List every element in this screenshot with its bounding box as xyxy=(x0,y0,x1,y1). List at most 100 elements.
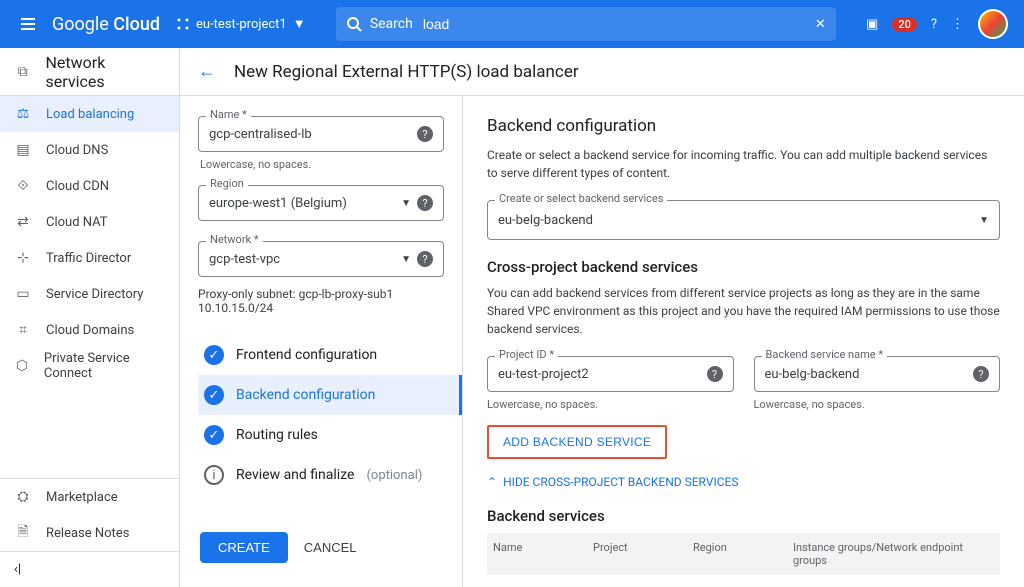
search-box[interactable]: Search ✕ xyxy=(336,7,836,41)
step-label: Routing rules xyxy=(236,427,318,443)
sidebar-item-label: Load balancing xyxy=(46,107,134,122)
cross-project-title: Cross-project backend services xyxy=(487,258,1000,276)
search-input[interactable] xyxy=(423,16,815,32)
collapse-icon: ‹| xyxy=(14,562,21,577)
chevron-down-icon: ▼ xyxy=(979,215,989,226)
cross-project-desc: You can add backend services from differ… xyxy=(487,284,1000,338)
step-label: Backend configuration xyxy=(236,387,375,403)
service-name-input[interactable]: eu-belg-backend ? xyxy=(754,356,1001,392)
network-value: gcp-test-vpc xyxy=(209,252,280,267)
sidebar-item-label: Cloud NAT xyxy=(46,215,108,230)
help-icon[interactable]: ? xyxy=(931,17,937,32)
marketplace-icon: ⛭ xyxy=(14,488,32,506)
chevron-down-icon: ▼ xyxy=(401,198,411,209)
backend-services-table-title: Backend services xyxy=(487,507,1000,525)
hide-cross-project-link[interactable]: ⌃ HIDE CROSS-PROJECT BACKEND SERVICES xyxy=(487,475,1000,489)
check-icon: ✓ xyxy=(204,345,224,365)
project-picker[interactable]: eu-test-project1 ▼ xyxy=(176,16,306,32)
sidebar: ⧉ Network services ⚖Load balancing ▤ Clou… xyxy=(0,48,180,587)
step-review[interactable]: iReview and finalize (optional) xyxy=(198,455,444,495)
menu-icon[interactable] xyxy=(8,4,48,44)
sidebar-item-cloud-domains[interactable]: ⌗ Cloud Domains xyxy=(0,312,179,348)
cdn-icon: ⟐ xyxy=(14,177,32,195)
sidebar-item-private-service-connect[interactable]: ⬡Private Service Connect xyxy=(0,348,179,384)
service-name-helper: Lowercase, no spaces. xyxy=(754,398,1001,411)
chevron-up-icon: ⌃ xyxy=(487,475,497,489)
sidebar-item-label: Release Notes xyxy=(46,526,129,541)
traffic-icon: ⊹ xyxy=(14,249,32,267)
help-icon[interactable]: ? xyxy=(707,366,723,382)
step-label: Frontend configuration xyxy=(236,347,377,363)
sidebar-item-traffic-director[interactable]: ⊹ Traffic Director xyxy=(0,240,179,276)
name-helper: Lowercase, no spaces. xyxy=(200,158,444,171)
backend-service-select[interactable]: eu-belg-backend ▼ xyxy=(487,200,1000,240)
avatar[interactable] xyxy=(978,9,1008,39)
step-label: Review and finalize xyxy=(236,467,354,483)
step-routing[interactable]: ✓ Routing rules xyxy=(198,415,444,455)
project-id-input[interactable]: eu-test-project2 ? xyxy=(487,356,734,392)
network-icon: ⧉ xyxy=(14,63,32,81)
region-value: europe-west1 (Belgium) xyxy=(209,196,347,211)
sidebar-item-service-directory[interactable]: ▭ Service Directory xyxy=(0,276,179,312)
name-value: gcp-centralised-lb xyxy=(209,127,312,142)
psc-icon: ⬡ xyxy=(14,357,30,375)
back-arrow-icon[interactable]: ← xyxy=(198,61,216,82)
backend-config-title: Backend configuration xyxy=(487,116,1000,136)
name-input[interactable]: gcp-centralised-lb ? xyxy=(198,116,444,152)
check-icon: ✓ xyxy=(204,385,224,405)
sidebar-item-cloud-dns[interactable]: ▤ Cloud DNS xyxy=(0,132,179,168)
dns-icon: ▤ xyxy=(14,141,32,159)
domains-icon: ⌗ xyxy=(14,321,32,339)
add-backend-service-button[interactable]: ADD BACKEND SERVICE xyxy=(487,425,667,459)
search-icon xyxy=(346,16,362,32)
sidebar-item-load-balancing[interactable]: ⚖Load balancing xyxy=(0,96,179,132)
help-icon[interactable]: ? xyxy=(417,251,433,267)
backend-config-desc: Create or select a backend service for i… xyxy=(487,146,1000,182)
sidebar-item-label: Cloud CDN xyxy=(46,179,109,194)
project-id-helper: Lowercase, no spaces. xyxy=(487,398,734,411)
sidebar-item-label: Service Directory xyxy=(46,287,143,302)
network-select[interactable]: gcp-test-vpc ▼? xyxy=(198,241,444,277)
sidebar-item-label: Cloud Domains xyxy=(46,323,134,338)
help-icon[interactable]: ? xyxy=(417,126,433,142)
sidebar-item-cloud-nat[interactable]: ⇄Cloud NAT xyxy=(0,204,179,240)
table-header: Name Project Region Instance groups/Netw… xyxy=(487,533,1000,575)
name-field-label: Name * xyxy=(206,108,251,121)
sidebar-item-label: Traffic Director xyxy=(46,251,131,266)
clear-search-icon[interactable]: ✕ xyxy=(815,17,826,32)
sidebar-item-marketplace[interactable]: ⛭ Marketplace xyxy=(0,479,179,515)
help-icon[interactable]: ? xyxy=(417,195,433,211)
region-select[interactable]: europe-west1 (Belgium) ▼? xyxy=(198,185,444,221)
chevron-down-icon: ▼ xyxy=(293,16,306,32)
step-backend[interactable]: ✓ Backend configuration xyxy=(198,375,462,415)
collapse-sidebar-button[interactable]: ‹| xyxy=(0,551,179,587)
sidebar-title: ⧉ Network services xyxy=(0,48,179,96)
check-icon: ✓ xyxy=(204,425,224,445)
help-icon[interactable]: ? xyxy=(973,366,989,382)
cancel-button[interactable]: CANCEL xyxy=(304,532,357,563)
project-id-value: eu-test-project2 xyxy=(498,367,589,382)
circle-icon: i xyxy=(204,465,224,485)
region-field-label: Region xyxy=(206,177,248,190)
page-title: New Regional External HTTP(S) load balan… xyxy=(234,62,579,82)
sidebar-item-cloud-cdn[interactable]: ⟐ Cloud CDN xyxy=(0,168,179,204)
search-label: Search xyxy=(370,16,413,32)
step-frontend[interactable]: ✓ Frontend configuration xyxy=(198,335,444,375)
sidebar-item-release-notes[interactable]: 🗎Release Notes xyxy=(0,515,179,551)
network-field-label: Network * xyxy=(206,233,263,246)
directory-icon: ▭ xyxy=(14,285,32,303)
more-icon[interactable]: ⋮ xyxy=(951,17,964,32)
service-name-label: Backend service name * xyxy=(762,348,888,361)
logo: Google Cloud xyxy=(52,14,160,35)
proxy-subnet-note: Proxy-only subnet: gcp-lb-proxy-sub1 10.… xyxy=(198,287,444,315)
sidebar-item-label: Cloud DNS xyxy=(46,143,108,158)
notification-badge[interactable]: 20 xyxy=(892,17,917,32)
project-name: eu-test-project1 xyxy=(196,17,287,32)
create-button[interactable]: CREATE xyxy=(200,532,288,563)
backend-select-value: eu-belg-backend xyxy=(498,213,593,228)
gift-icon[interactable]: ▣ xyxy=(866,17,878,32)
table-row: eu-belg-backend eu-test-project2 europe-… xyxy=(487,575,1000,587)
sidebar-item-label: Marketplace xyxy=(46,490,118,505)
service-name-value: eu-belg-backend xyxy=(765,367,860,382)
chevron-down-icon: ▼ xyxy=(401,254,411,265)
